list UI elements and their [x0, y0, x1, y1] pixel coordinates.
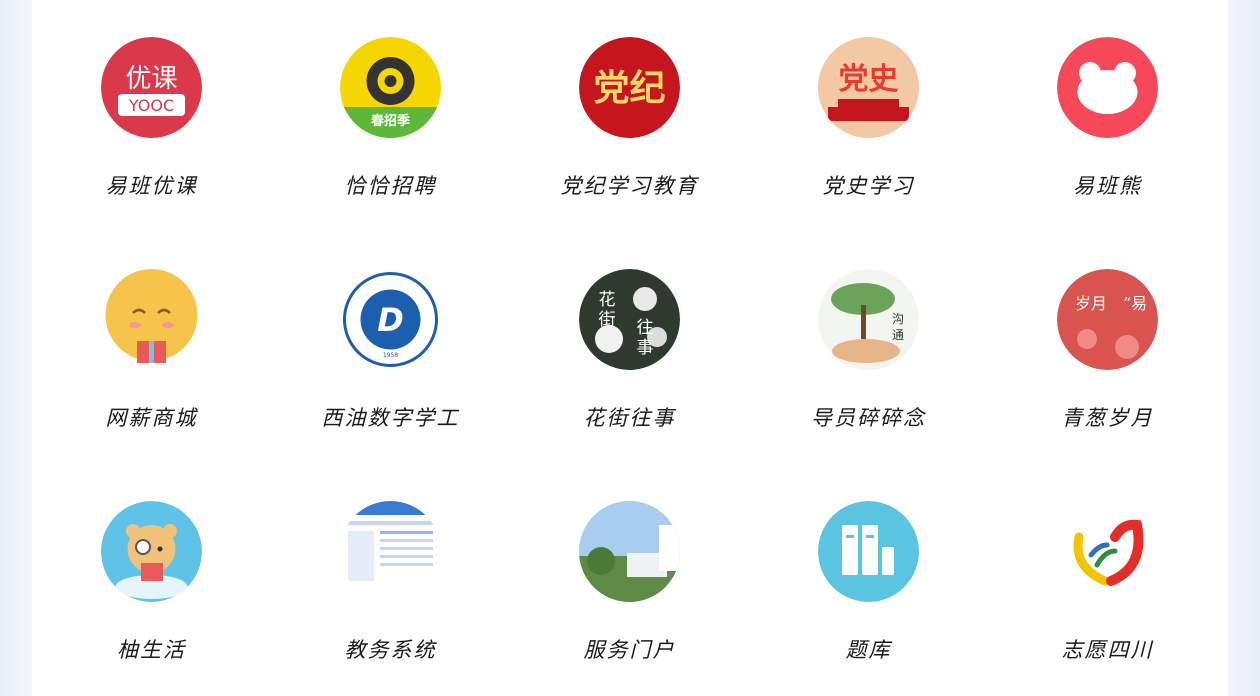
svg-text:往: 往 [637, 318, 654, 338]
app-label: 党史学习 [822, 174, 915, 198]
app-label: 恰恰招聘 [344, 174, 437, 198]
app-tile[interactable]: 党史 党史学习 [749, 0, 988, 232]
app-tile[interactable]: 春招季 恰恰招聘 [271, 0, 510, 232]
spring-recruit-icon[interactable]: 春招季 [340, 37, 441, 138]
app-label: 青葱岁月 [1061, 406, 1154, 430]
service-portal-icon[interactable] [579, 501, 680, 602]
party-history-icon[interactable]: 党史 [818, 37, 919, 138]
app-grid: 优课 YOOC 易班优课 春招季 恰恰招聘 党纪 党纪学习教育 党史 党史学习 易班熊 … [32, 0, 1228, 694]
app-tile[interactable]: 易班熊 [988, 0, 1227, 232]
app-tile[interactable]: D 1958 西油数字学工 [271, 232, 510, 464]
app-tile[interactable]: 志愿四川 [988, 464, 1227, 696]
svg-text:1958: 1958 [383, 352, 398, 359]
green-years-icon[interactable]: 岁月 “易 [1057, 269, 1158, 370]
svg-text:春招季: 春招季 [370, 113, 410, 129]
bear-mascot-icon[interactable] [101, 501, 202, 602]
svg-text:党史: 党史 [839, 62, 899, 97]
svg-text:优课: 优课 [125, 64, 177, 94]
app-label: 网薪商城 [105, 406, 198, 430]
yooc-icon[interactable]: 优课 YOOC [101, 37, 202, 138]
app-tile[interactable]: 党纪 党纪学习教育 [510, 0, 749, 232]
app-label: 服务门户 [583, 638, 676, 662]
svg-text:D: D [377, 301, 404, 339]
yiban-bear-icon[interactable] [1057, 37, 1158, 138]
academic-system-icon[interactable] [340, 501, 441, 602]
app-label: 易班熊 [1073, 174, 1142, 198]
app-tile[interactable]: 优课 YOOC 易班优课 [32, 0, 271, 232]
app-tile[interactable]: 沟 通导员碎碎念 [749, 232, 988, 464]
app-tile[interactable]: 题库 [749, 464, 988, 696]
app-tile[interactable]: 网薪商城 [32, 232, 271, 464]
svg-text:YOOC: YOOC [128, 96, 174, 115]
app-grid-panel: 优课 YOOC 易班优课 春招季 恰恰招聘 党纪 党纪学习教育 党史 党史学习 易班熊 … [32, 0, 1228, 694]
app-label: 导员碎碎念 [811, 406, 926, 430]
svg-text:岁月: 岁月 [1075, 294, 1107, 313]
app-tile[interactable]: 服务门户 [510, 464, 749, 696]
swpu-logo-icon[interactable]: D 1958 [340, 269, 441, 370]
volunteer-sichuan-icon[interactable] [1057, 501, 1158, 602]
app-label: 易班优课 [105, 174, 198, 198]
party-discipline-icon[interactable]: 党纪 [579, 37, 680, 138]
gift-chick-icon[interactable] [101, 269, 202, 370]
app-label: 花街往事 [583, 406, 676, 430]
question-bank-icon[interactable] [818, 501, 919, 602]
app-tile[interactable]: 岁月 “易青葱岁月 [988, 232, 1227, 464]
app-label: 题库 [845, 638, 892, 662]
app-label: 西油数字学工 [321, 406, 460, 430]
app-tile[interactable]: 花 街 往 事花街往事 [510, 232, 749, 464]
app-label: 柚生活 [117, 638, 186, 662]
svg-text:事: 事 [637, 338, 654, 358]
tree-hands-icon[interactable]: 沟 通 [818, 269, 919, 370]
svg-text:街: 街 [599, 310, 616, 330]
svg-text:党纪: 党纪 [593, 67, 665, 109]
svg-text:花: 花 [599, 290, 616, 310]
app-tile[interactable]: 柚生活 [32, 464, 271, 696]
flower-street-icon[interactable]: 花 街 往 事 [579, 269, 680, 370]
svg-text:通: 通 [892, 328, 904, 342]
app-tile[interactable]: 教务系统 [271, 464, 510, 696]
svg-text:“易: “易 [1123, 294, 1147, 313]
svg-text:沟: 沟 [892, 312, 904, 326]
app-label: 教务系统 [344, 638, 437, 662]
app-label: 志愿四川 [1061, 638, 1154, 662]
app-label: 党纪学习教育 [560, 174, 699, 198]
